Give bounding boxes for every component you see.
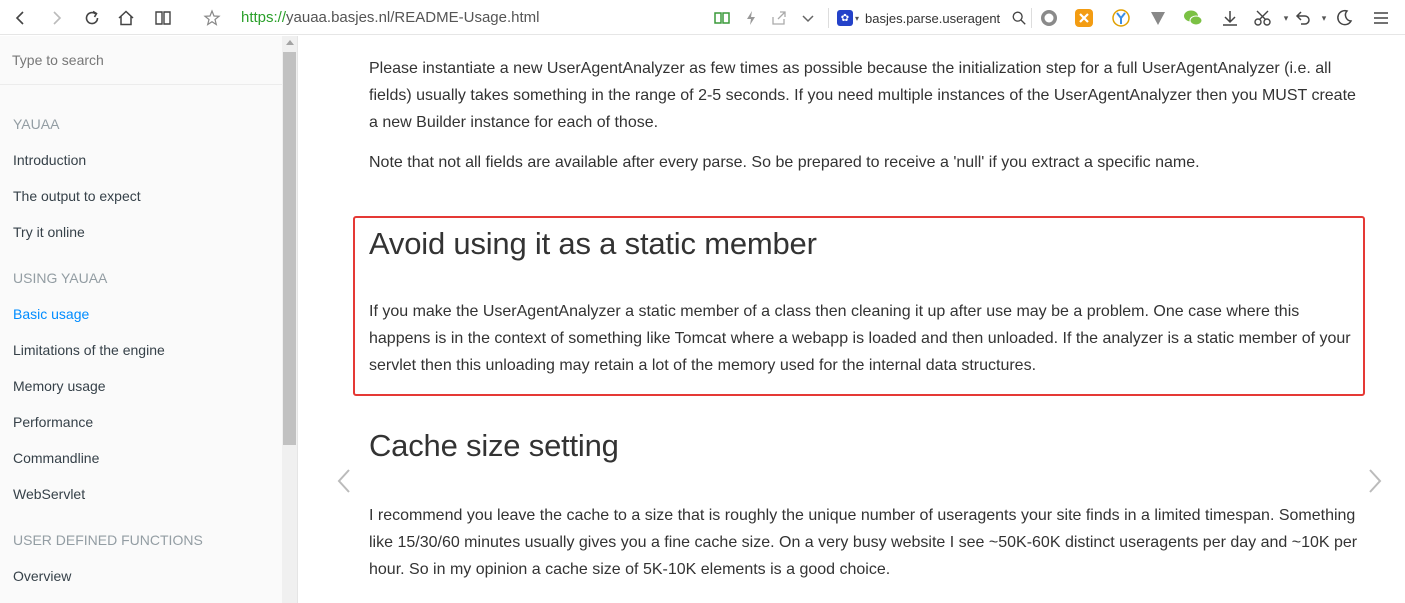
moon-icon <box>1337 9 1353 26</box>
favorite-button[interactable] <box>199 5 225 31</box>
sidebar-item-introduction[interactable]: Introduction <box>13 152 86 168</box>
chevron-down-icon: ▾ <box>1283 12 1289 23</box>
menu-button[interactable] <box>1370 7 1392 29</box>
reload-button[interactable] <box>79 5 105 31</box>
previous-page-button[interactable] <box>334 466 354 496</box>
scissors-icon <box>1254 10 1271 26</box>
chevron-right-icon <box>1369 469 1382 493</box>
back-arrow-icon <box>15 11 24 25</box>
forward-button[interactable] <box>43 5 69 31</box>
sidebar-search <box>0 36 282 85</box>
download-icon <box>1223 11 1237 26</box>
screenshot-button[interactable] <box>1252 7 1274 29</box>
sidebar-item-performance[interactable]: Performance <box>13 414 93 430</box>
sidebar-item-limitations[interactable]: Limitations of the engine <box>13 342 165 358</box>
search-engine-box[interactable]: ✿ ▾ basjes.parse.useragent <box>837 6 1027 30</box>
toolbar-divider <box>828 8 829 28</box>
book-icon <box>155 11 171 25</box>
chevron-down-icon <box>802 15 814 23</box>
back-button[interactable] <box>8 5 34 31</box>
sidebar-scrollbar[interactable] <box>282 36 297 603</box>
open-book-icon <box>714 12 730 24</box>
wechat-icon <box>1184 10 1203 26</box>
sidebar-item-webservlet[interactable]: WebServlet <box>13 486 85 502</box>
undo-button[interactable] <box>1292 7 1314 29</box>
section-header-udf: USER DEFINED FUNCTIONS <box>13 532 203 548</box>
sidebar-item-try-online[interactable]: Try it online <box>13 224 85 240</box>
reading-list-button[interactable] <box>709 5 735 31</box>
search-icon <box>1012 11 1026 25</box>
home-button[interactable] <box>113 5 139 31</box>
undo-icon <box>1295 11 1310 25</box>
chevron-down-icon: ▾ <box>1321 12 1327 23</box>
book-sidebar: YAUAA Introduction The output to expect … <box>0 36 298 603</box>
sidebar-item-basic-usage[interactable]: Basic usage <box>13 306 89 322</box>
extension-orange-button[interactable] <box>1073 7 1095 29</box>
section-header-using-yauaa: USING YAUAA <box>13 270 108 286</box>
hamburger-menu-icon <box>1374 12 1388 24</box>
sidebar-item-output[interactable]: The output to expect <box>13 188 141 204</box>
extension-v-button[interactable] <box>1147 7 1169 29</box>
download-button[interactable] <box>1219 7 1241 29</box>
v-shape-icon <box>1151 12 1165 25</box>
intro-paragraph: Please instantiate a new UserAgentAnalyz… <box>369 60 1356 131</box>
scrollbar-thumb[interactable] <box>283 52 296 445</box>
dropdown-button[interactable] <box>795 5 821 31</box>
lightning-icon <box>747 11 755 25</box>
sidebar-item-overview[interactable]: Overview <box>13 568 71 584</box>
toolbar-divider <box>1031 8 1032 28</box>
section-heading-cache-size: Cache size setting <box>369 428 619 463</box>
section-heading-static-member: Avoid using it as a static member <box>369 226 817 261</box>
reader-view-button[interactable] <box>150 5 176 31</box>
sidebar-item-memory-usage[interactable]: Memory usage <box>13 378 106 394</box>
search-query: basjes.parse.useragent <box>865 10 1001 26</box>
baidu-paw-icon: ✿ <box>837 10 853 26</box>
orange-extension-icon <box>1075 9 1093 27</box>
cache-size-paragraph: I recommend you leave the cache to a siz… <box>369 507 1358 578</box>
extension-circle-button[interactable] <box>1038 7 1060 29</box>
next-page-button[interactable] <box>1365 466 1385 496</box>
chevron-left-icon <box>337 469 350 493</box>
page-content: Please instantiate a new UserAgentAnalyz… <box>299 36 1405 603</box>
colorful-y-icon <box>1112 9 1130 27</box>
sidebar-item-commandline[interactable]: Commandline <box>13 450 99 466</box>
circle-extension-icon <box>1041 10 1057 26</box>
share-button[interactable] <box>766 5 792 31</box>
search-input[interactable] <box>0 36 282 84</box>
extension-wechat-button[interactable] <box>1182 7 1204 29</box>
forward-arrow-icon <box>53 11 62 25</box>
null-note-paragraph: Note that not all fields are available a… <box>369 154 1200 171</box>
scroll-up-arrow-icon[interactable] <box>286 40 294 45</box>
address-bar[interactable]: https://yauaa.basjes.nl/README-Usage.htm… <box>241 9 539 26</box>
lightning-button[interactable] <box>738 5 764 31</box>
undo-dropdown-button[interactable]: ▾ <box>1313 7 1335 29</box>
reload-icon <box>85 10 99 25</box>
night-mode-button[interactable] <box>1333 7 1355 29</box>
share-icon <box>772 11 786 25</box>
static-member-paragraph: If you make the UserAgentAnalyzer a stat… <box>369 303 1351 374</box>
section-header-yauaa: YAUAA <box>13 116 60 132</box>
star-icon <box>203 9 221 26</box>
home-icon <box>118 10 134 26</box>
url-protocol: https:// <box>241 9 287 26</box>
url-path: yauaa.basjes.nl/README-Usage.html <box>286 9 540 26</box>
browser-toolbar: https://yauaa.basjes.nl/README-Usage.htm… <box>0 0 1405 35</box>
extension-y-button[interactable] <box>1110 7 1132 29</box>
